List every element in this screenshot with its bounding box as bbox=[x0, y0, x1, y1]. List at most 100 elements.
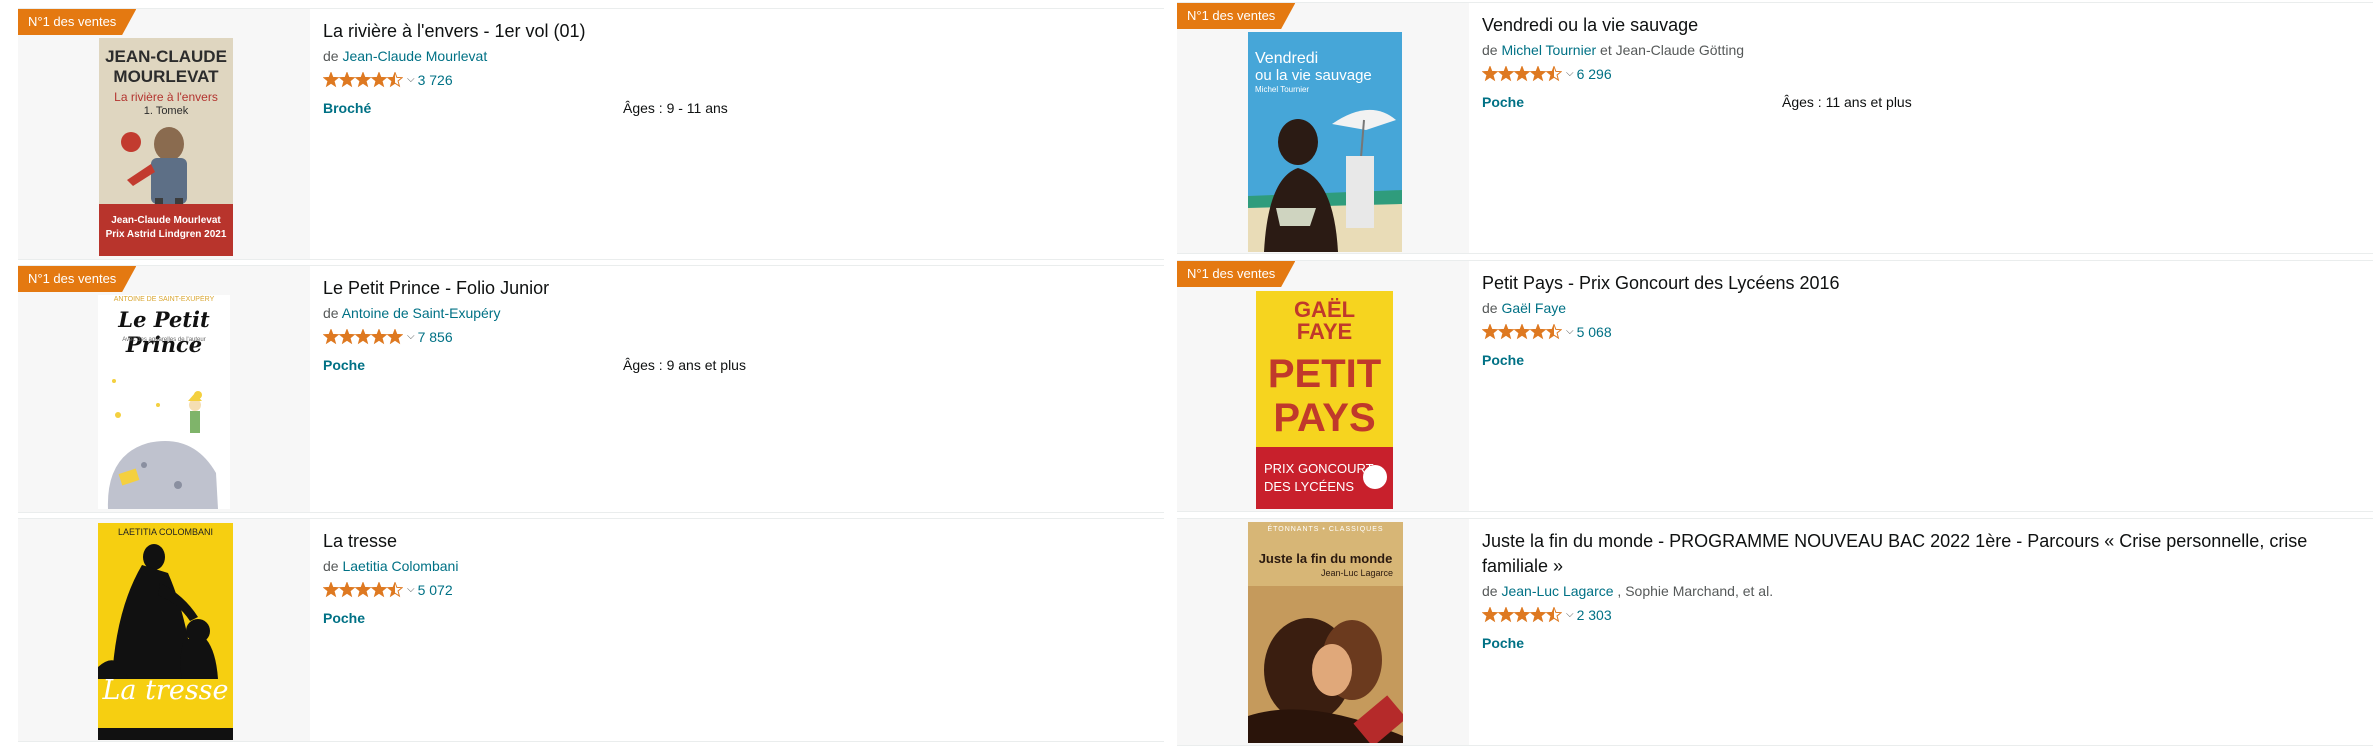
author-name: Sophie Marchand, et al. bbox=[1625, 583, 1774, 599]
review-count[interactable]: 5 068 bbox=[1577, 324, 1612, 340]
star-icon bbox=[338, 582, 356, 598]
cover-author-last: FAYE bbox=[1296, 319, 1353, 344]
book-cover[interactable]: JEAN-CLAUDE MOURLEVAT La rivière à l'env… bbox=[99, 38, 233, 256]
cover-author: Jean-Luc Lagarce bbox=[1320, 568, 1393, 578]
cover-footer-prize: Prix Astrid Lindgren 2021 bbox=[105, 229, 227, 240]
product-title[interactable]: Petit Pays - Prix Goncourt des Lycéens 2… bbox=[1482, 271, 2363, 296]
author-list: Gaël Faye bbox=[1501, 300, 1566, 316]
cover-subtitle: 1. Tomek bbox=[143, 105, 189, 117]
chevron-down-icon[interactable]: ⌵ bbox=[1566, 609, 1574, 620]
product-title[interactable]: Le Petit Prince - Folio Junior bbox=[323, 276, 1154, 301]
cover-subtitle: Avec des aquarelles de l'auteur bbox=[122, 337, 206, 343]
star-icon bbox=[1545, 607, 1562, 623]
author-link[interactable]: Laetitia Colombani bbox=[342, 558, 458, 574]
star-icon bbox=[354, 329, 372, 345]
cover-title: La tresse bbox=[102, 675, 229, 706]
author-link[interactable]: Jean-Luc Lagarce bbox=[1501, 583, 1613, 599]
product-title[interactable]: La tresse bbox=[323, 529, 1154, 554]
review-count[interactable]: 2 303 bbox=[1577, 607, 1612, 623]
format-link[interactable]: Poche bbox=[1482, 635, 1524, 651]
star-icon bbox=[1482, 66, 1499, 82]
star-icon bbox=[370, 582, 388, 598]
star-icon bbox=[1545, 66, 1562, 82]
star-icon bbox=[338, 72, 356, 88]
rating-row: ⌵ 6 296 bbox=[1482, 64, 2363, 84]
cover-footer-band bbox=[98, 728, 233, 740]
format-link[interactable]: Poche bbox=[323, 357, 365, 373]
book-cover[interactable]: ANTOINE DE SAINT-EXUPÉRY Le Petit Prince… bbox=[98, 295, 230, 509]
author-link[interactable]: Jean-Claude Mourlevat bbox=[342, 48, 487, 64]
star-rating-icon[interactable] bbox=[1482, 66, 1562, 82]
star-rating-icon[interactable] bbox=[323, 72, 403, 88]
product-authors: de Jean-Luc Lagarce , Sophie Marchand, e… bbox=[1482, 582, 2363, 600]
chevron-down-icon[interactable]: ⌵ bbox=[407, 74, 415, 85]
review-count[interactable]: 7 856 bbox=[418, 329, 453, 345]
product-info: La tresse de Laetitia Colombani ⌵ 5 072 … bbox=[323, 529, 1154, 630]
star-icon bbox=[323, 329, 340, 345]
review-count[interactable]: 3 726 bbox=[418, 72, 453, 88]
cover-series: ÉTONNANTS • CLASSIQUES bbox=[1267, 526, 1384, 533]
age-range: Âges : 9 ans et plus bbox=[623, 357, 746, 373]
review-count[interactable]: 5 072 bbox=[418, 582, 453, 598]
product-card: LAETITIA COLOMBANI La tresse La tresse d… bbox=[18, 518, 1164, 742]
format-row: Poche bbox=[1482, 635, 2363, 655]
format-link[interactable]: Poche bbox=[1482, 352, 1524, 368]
format-row: Poche bbox=[323, 610, 1154, 630]
star-rating-icon[interactable] bbox=[1482, 324, 1562, 340]
cover-footer-band: Jean-Claude Mourlevat Prix Astrid Lindgr… bbox=[99, 204, 233, 256]
book-cover[interactable]: GAËL FAYE PETIT PAYS PRIX GONCOURT DES L… bbox=[1256, 291, 1393, 509]
product-title[interactable]: Vendredi ou la vie sauvage bbox=[1482, 13, 2363, 38]
product-title[interactable]: Juste la fin du monde - PROGRAMME NOUVEA… bbox=[1482, 529, 2363, 579]
author-prefix: de bbox=[1482, 300, 1498, 316]
product-card: N°1 des ventes Vendredi ou la vie sauvag… bbox=[1177, 2, 2373, 254]
product-card: N°1 des ventes GAËL FAYE PETIT PAYS PRIX… bbox=[1177, 260, 2373, 512]
author-link[interactable]: Gaël Faye bbox=[1501, 300, 1566, 316]
product-authors: de Michel Tournier et Jean-Claude Göttin… bbox=[1482, 41, 2363, 59]
star-icon bbox=[1497, 66, 1515, 82]
star-icon bbox=[323, 582, 340, 598]
product-card: ÉTONNANTS • CLASSIQUES Juste la fin du m… bbox=[1177, 518, 2373, 746]
cover-footer-line2: DES LYCÉENS bbox=[1264, 479, 1355, 494]
product-info: Vendredi ou la vie sauvage de Michel Tou… bbox=[1482, 13, 2363, 114]
cover-subtitle: ou la vie sauvage bbox=[1255, 67, 1372, 84]
cover-footer-author: Jean-Claude Mourlevat bbox=[111, 215, 221, 226]
product-authors: de Gaël Faye bbox=[1482, 299, 2363, 317]
format-link[interactable]: Broché bbox=[323, 100, 371, 116]
chevron-down-icon[interactable]: ⌵ bbox=[407, 584, 415, 595]
author-list: Antoine de Saint-Exupéry bbox=[342, 305, 501, 321]
chevron-down-icon[interactable]: ⌵ bbox=[1566, 326, 1574, 337]
star-icon bbox=[1497, 324, 1515, 340]
cover-illustration bbox=[121, 127, 187, 208]
review-count[interactable]: 6 296 bbox=[1577, 66, 1612, 82]
chevron-down-icon[interactable]: ⌵ bbox=[1566, 68, 1574, 79]
star-icon bbox=[323, 72, 340, 88]
star-rating-icon[interactable] bbox=[323, 329, 403, 345]
product-title[interactable]: La rivière à l'envers - 1er vol (01) bbox=[323, 19, 1154, 44]
star-rating-icon[interactable] bbox=[323, 582, 403, 598]
publisher-logo bbox=[1363, 465, 1387, 489]
author-list: Jean-Claude Mourlevat bbox=[342, 48, 487, 64]
book-cover[interactable]: LAETITIA COLOMBANI La tresse bbox=[98, 523, 233, 740]
cover-author-last: MOURLEVAT bbox=[113, 67, 219, 86]
star-icon bbox=[338, 329, 356, 345]
star-icon bbox=[354, 72, 372, 88]
format-row: Poche bbox=[1482, 352, 2363, 372]
cover-title-line1: PETIT bbox=[1267, 352, 1382, 396]
star-rating-icon[interactable] bbox=[1482, 607, 1562, 623]
author-link[interactable]: Michel Tournier bbox=[1501, 42, 1596, 58]
author-link[interactable]: Antoine de Saint-Exupéry bbox=[342, 305, 501, 321]
bestseller-badge: N°1 des ventes bbox=[1177, 3, 1296, 29]
star-icon bbox=[1513, 607, 1531, 623]
rating-row: ⌵ 7 856 bbox=[323, 327, 1154, 347]
chevron-down-icon[interactable]: ⌵ bbox=[407, 331, 415, 342]
cover-illustration bbox=[98, 544, 218, 679]
results-column-left: N°1 des ventes JEAN-CLAUDE MOURLEVAT La … bbox=[18, 0, 1164, 749]
format-link[interactable]: Poche bbox=[1482, 94, 1524, 110]
book-cover[interactable]: ÉTONNANTS • CLASSIQUES Juste la fin du m… bbox=[1248, 522, 1403, 743]
age-range: Âges : 9 - 11 ans bbox=[623, 100, 728, 116]
book-cover[interactable]: Vendredi ou la vie sauvage Michel Tourni… bbox=[1248, 32, 1402, 252]
format-link[interactable]: Poche bbox=[323, 610, 365, 626]
star-icon bbox=[370, 72, 388, 88]
cover-illustration bbox=[1248, 586, 1403, 743]
author-prefix: de bbox=[1482, 42, 1498, 58]
